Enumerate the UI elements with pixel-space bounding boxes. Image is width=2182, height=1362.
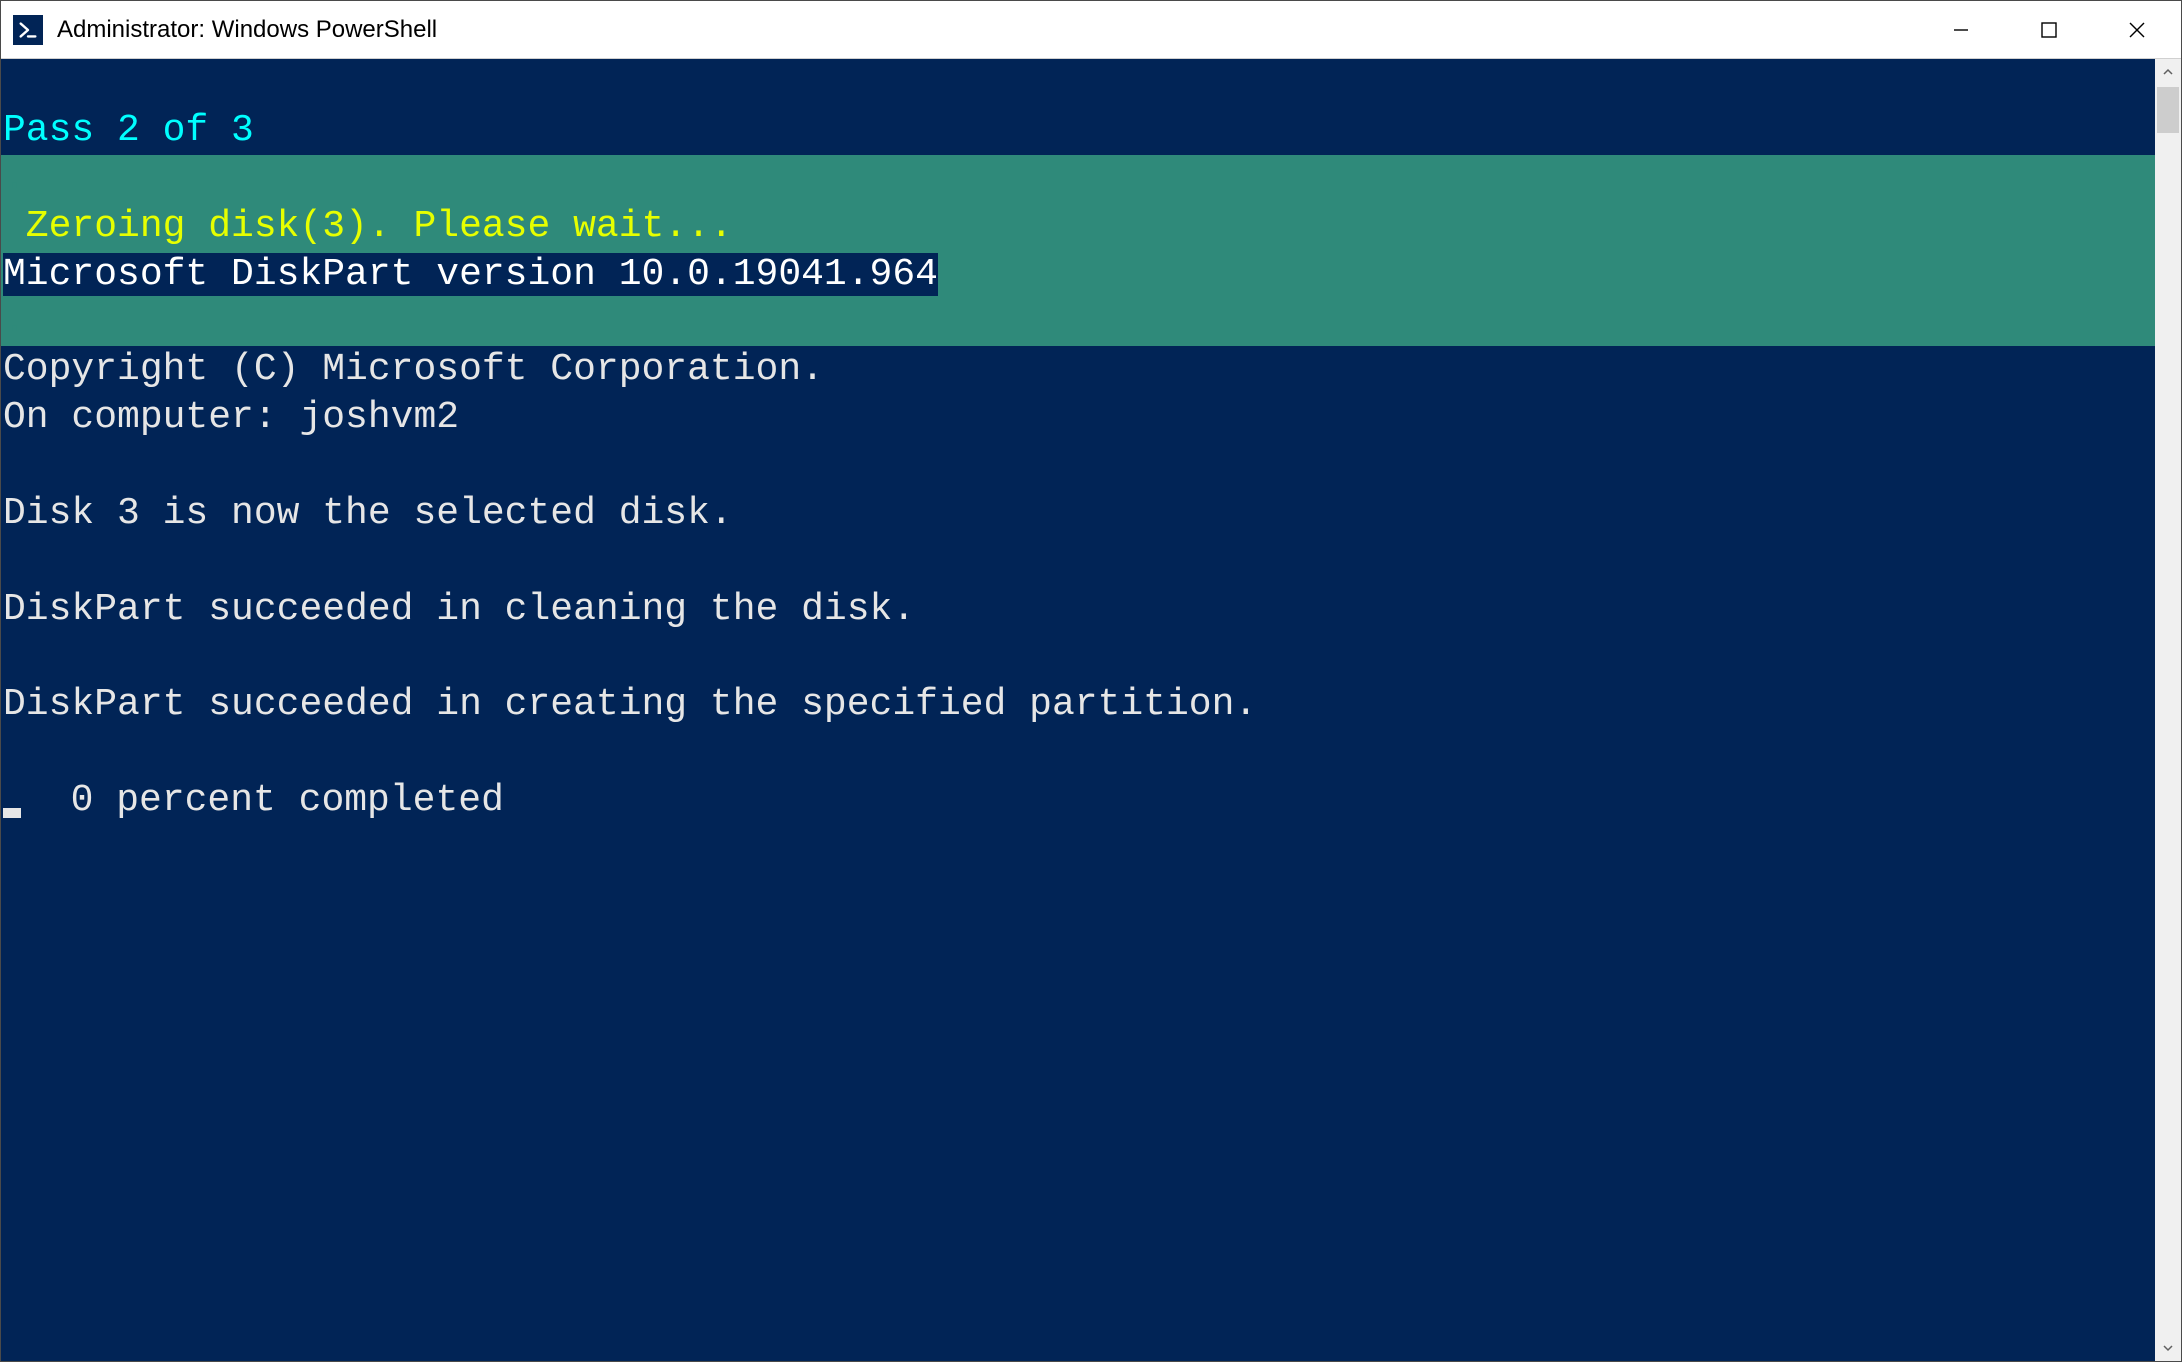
selected-disk-line: Disk 3 is now the selected disk. xyxy=(1,490,2155,538)
powershell-icon xyxy=(13,15,43,45)
client-area: Pass 2 of 3 . Zeroing disk(3). Please wa… xyxy=(1,59,2181,1361)
selection-blank: . xyxy=(1,298,2155,346)
cursor-icon xyxy=(3,808,21,818)
selection-blank: . xyxy=(1,155,2155,203)
partition-line: DiskPart succeeded in creating the speci… xyxy=(1,681,2155,729)
minimize-button[interactable] xyxy=(1917,1,2005,58)
scroll-down-icon[interactable] xyxy=(2155,1335,2181,1361)
window-title: Administrator: Windows PowerShell xyxy=(57,16,1917,44)
scroll-up-icon[interactable] xyxy=(2155,59,2181,85)
copyright-line: Copyright (C) Microsoft Corporation. xyxy=(1,346,2155,394)
vertical-scrollbar[interactable] xyxy=(2155,59,2181,1361)
powershell-window: Administrator: Windows PowerShell Pass 2… xyxy=(0,0,2182,1362)
pass-line: Pass 2 of 3 xyxy=(1,107,2155,155)
cleaned-line: DiskPart succeeded in cleaning the disk. xyxy=(1,586,2155,634)
maximize-button[interactable] xyxy=(2005,1,2093,58)
close-button[interactable] xyxy=(2093,1,2181,58)
progress-line: 0 percent completed xyxy=(1,777,2155,825)
scroll-thumb[interactable] xyxy=(2157,87,2179,133)
titlebar[interactable]: Administrator: Windows PowerShell xyxy=(1,1,2181,59)
computer-line: On computer: joshvm2 xyxy=(1,394,2155,442)
zeroing-line: Zeroing disk(3). Please wait... xyxy=(1,203,2155,251)
terminal-output[interactable]: Pass 2 of 3 . Zeroing disk(3). Please wa… xyxy=(1,59,2155,1361)
diskpart-version-line: Microsoft DiskPart version 10.0.19041.96… xyxy=(1,251,2155,299)
window-controls xyxy=(1917,1,2181,58)
